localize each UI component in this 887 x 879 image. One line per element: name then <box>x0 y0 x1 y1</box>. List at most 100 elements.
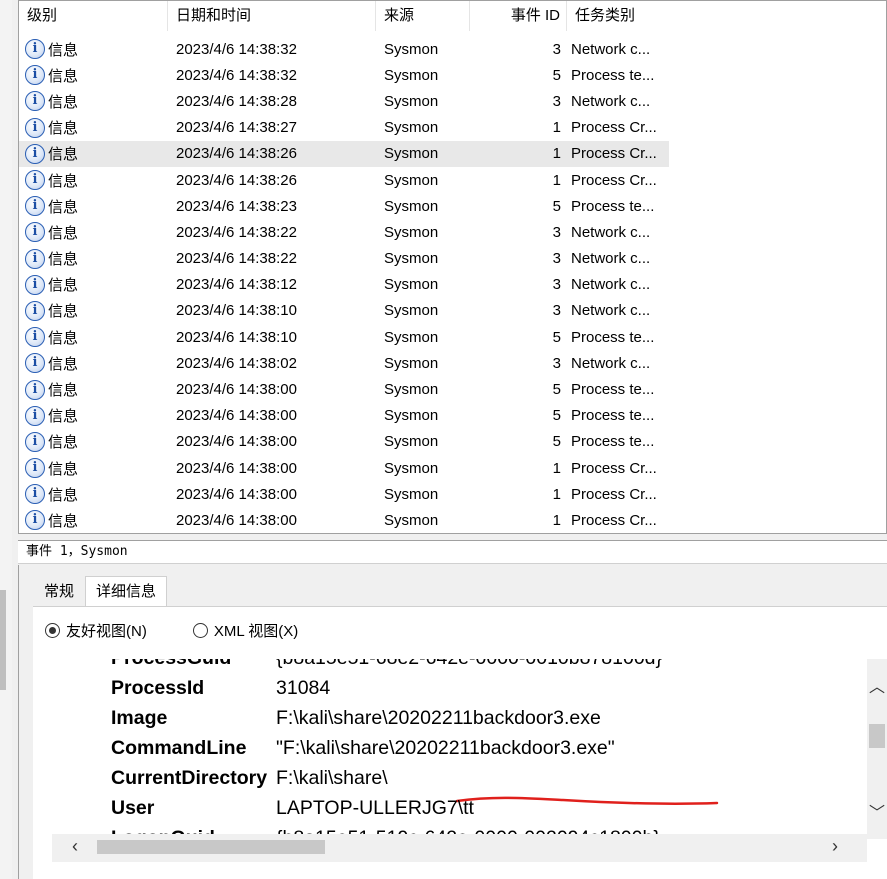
column-header-level[interactable]: 级别 <box>19 1 168 31</box>
source-cell: Sysmon <box>384 302 439 320</box>
table-row[interactable]: i 信息 2023/4/6 14:38:32 Sysmon 5 Process te... <box>19 62 669 88</box>
table-row[interactable]: i 信息 2023/4/6 14:38:32 Sysmon 3 Network c... <box>19 36 669 62</box>
task-cell: Process te... <box>571 433 655 451</box>
level-cell: i 信息 <box>19 300 168 321</box>
column-header-task[interactable]: 任务类别 <box>567 1 665 31</box>
event-rows: i 信息 2023/4/6 14:38:32 Sysmon 3 Network c... i… <box>19 36 669 533</box>
task-cell: Network c... <box>571 250 651 268</box>
datetime-cell: 2023/4/6 14:38:00 <box>176 511 297 529</box>
task-cell: Network c... <box>571 92 651 110</box>
table-row[interactable]: i 信息 2023/4/6 14:38:00 Sysmon 1 Process Cr... <box>19 481 669 507</box>
level-label: 信息 <box>48 251 79 269</box>
tab-details[interactable]: 详细信息 <box>85 576 168 607</box>
level-label: 信息 <box>48 198 79 216</box>
table-row[interactable]: i 信息 2023/4/6 14:38:28 Sysmon 3 Network c... <box>19 88 669 114</box>
table-row[interactable]: i 信息 2023/4/6 14:38:00 Sysmon 5 Process te... <box>19 376 669 402</box>
level-cell: i 信息 <box>19 39 168 60</box>
datetime-cell: 2023/4/6 14:38:26 <box>176 145 297 163</box>
source-cell: Sysmon <box>384 381 439 399</box>
source-cell: Sysmon <box>384 171 439 189</box>
table-row[interactable]: i 信息 2023/4/6 14:38:10 Sysmon 3 Network c... <box>19 298 669 324</box>
chevron-left-icon[interactable]: ‹ <box>72 836 78 857</box>
level-label: 信息 <box>48 41 79 59</box>
task-cell: Process te... <box>571 407 655 425</box>
detail-value: 31084 <box>276 677 331 699</box>
source-cell: Sysmon <box>384 66 439 84</box>
event-id-cell: 5 <box>552 328 561 346</box>
detail-field: CurrentDirectory F:\kali\share\ <box>111 767 388 790</box>
source-cell: Sysmon <box>384 40 439 58</box>
level-label: 信息 <box>48 486 79 504</box>
datetime-cell: 2023/4/6 14:38:22 <box>176 250 297 268</box>
tab-general[interactable]: 常规 <box>33 576 85 607</box>
horizontal-scroll-thumb[interactable] <box>97 840 325 854</box>
level-label: 信息 <box>48 172 79 190</box>
info-icon: i <box>25 431 45 452</box>
table-row[interactable]: i 信息 2023/4/6 14:38:10 Sysmon 5 Process te... <box>19 324 669 350</box>
vertical-scrollbar[interactable]: ︿ ﹀ <box>867 659 887 839</box>
table-row[interactable]: i 信息 2023/4/6 14:38:22 Sysmon 3 Network c... <box>19 219 669 245</box>
horizontal-scrollbar[interactable]: ‹ › <box>52 834 867 862</box>
table-row[interactable]: i 信息 2023/4/6 14:38:00 Sysmon 5 Process te... <box>19 403 669 429</box>
table-row[interactable]: i 信息 2023/4/6 14:38:22 Sysmon 3 Network c... <box>19 246 669 272</box>
column-header-event-id[interactable]: 事件 ID <box>470 1 567 31</box>
column-header-datetime[interactable]: 日期和时间 <box>168 1 376 31</box>
event-id-cell: 1 <box>552 145 561 163</box>
event-list[interactable]: 级别 日期和时间 来源 事件 ID 任务类别 i 信息 2023/4/6 14:38… <box>18 0 887 534</box>
table-row[interactable]: i 信息 2023/4/6 14:38:26 Sysmon 1 Process Cr... <box>19 167 669 193</box>
datetime-cell: 2023/4/6 14:38:32 <box>176 66 297 84</box>
event-id-cell: 3 <box>552 302 561 320</box>
level-cell: i 信息 <box>19 510 168 531</box>
table-row[interactable]: i 信息 2023/4/6 14:38:00 Sysmon 1 Process Cr... <box>19 507 669 533</box>
chevron-right-icon[interactable]: › <box>832 836 838 857</box>
task-cell: Process Cr... <box>571 459 657 477</box>
detail-value: "F:\kali\share\20202211backdoor3.exe" <box>276 737 615 759</box>
left-strip-mark <box>0 590 6 690</box>
table-row[interactable]: i 信息 2023/4/6 14:38:26 Sysmon 1 Process Cr... <box>19 140 669 167</box>
table-row[interactable]: i 信息 2023/4/6 14:38:12 Sysmon 3 Network c... <box>19 272 669 298</box>
radio-checked-icon[interactable] <box>45 623 60 638</box>
level-label: 信息 <box>48 120 79 138</box>
level-label: 信息 <box>48 93 79 111</box>
detail-key: CommandLine <box>111 737 247 759</box>
vertical-scroll-thumb[interactable] <box>869 724 885 748</box>
table-row[interactable]: i 信息 2023/4/6 14:38:27 Sysmon 1 Process Cr... <box>19 115 669 141</box>
event-id-cell: 1 <box>552 459 561 477</box>
left-strip <box>0 0 12 879</box>
info-icon: i <box>25 510 45 531</box>
friendly-view-radio[interactable]: 友好视图(N) <box>45 620 147 641</box>
event-id-cell: 3 <box>552 40 561 58</box>
level-cell: i 信息 <box>19 248 168 269</box>
table-row[interactable]: i 信息 2023/4/6 14:38:00 Sysmon 5 Process te... <box>19 429 669 455</box>
detail-pane: 常规 详细信息 友好视图(N) XML 视图(X) ProcessGuid{b8… <box>18 565 887 879</box>
level-label: 信息 <box>48 408 79 426</box>
event-id-cell: 1 <box>552 171 561 189</box>
datetime-cell: 2023/4/6 14:38:00 <box>176 459 297 477</box>
info-icon: i <box>25 327 45 348</box>
detail-tabs: 常规 详细信息 <box>33 576 168 607</box>
level-cell: i 信息 <box>19 458 168 479</box>
chevron-up-icon[interactable]: ︿ <box>869 673 885 697</box>
source-cell: Sysmon <box>384 223 439 241</box>
datetime-cell: 2023/4/6 14:38:00 <box>176 381 297 399</box>
radio-unchecked-icon[interactable] <box>192 623 208 638</box>
table-row[interactable]: i 信息 2023/4/6 14:38:00 Sysmon 1 Process Cr... <box>19 455 669 481</box>
level-cell: i 信息 <box>19 484 168 505</box>
level-cell: i 信息 <box>19 222 168 243</box>
info-icon: i <box>25 248 45 269</box>
xml-view-radio[interactable]: XML 视图(X) <box>192 620 298 641</box>
source-cell: Sysmon <box>384 119 439 137</box>
table-row[interactable]: i 信息 2023/4/6 14:38:23 Sysmon 5 Process te... <box>19 193 669 219</box>
column-header-source[interactable]: 来源 <box>376 1 470 31</box>
info-icon: i <box>25 143 45 164</box>
table-row[interactable]: i 信息 2023/4/6 14:38:02 Sysmon 3 Network c... <box>19 350 669 376</box>
detail-key: CurrentDirectory <box>111 767 268 789</box>
event-id-cell: 3 <box>552 354 561 372</box>
level-cell: i 信息 <box>19 405 168 426</box>
level-label: 信息 <box>48 224 79 242</box>
event-list-header: 级别 日期和时间 来源 事件 ID 任务类别 <box>19 1 669 31</box>
event-id-cell: 3 <box>552 276 561 294</box>
chevron-down-icon[interactable]: ﹀ <box>869 799 885 823</box>
datetime-cell: 2023/4/6 14:38:23 <box>176 197 297 215</box>
level-cell: i 信息 <box>19 117 168 138</box>
